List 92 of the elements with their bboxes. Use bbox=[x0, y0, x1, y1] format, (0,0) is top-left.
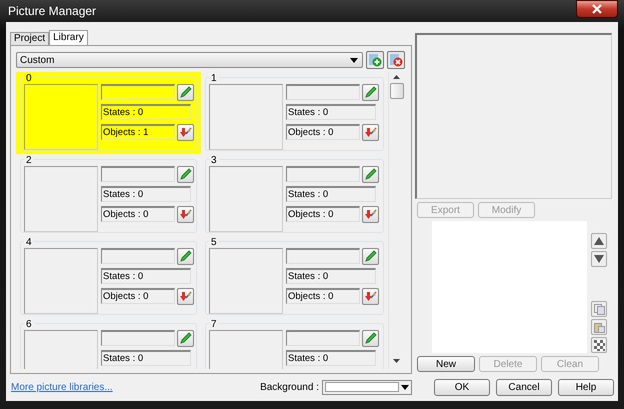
pencil-icon bbox=[179, 86, 192, 98]
library-select[interactable]: Custom bbox=[16, 52, 364, 68]
picture-number: 4 bbox=[24, 237, 34, 248]
import-button[interactable] bbox=[177, 206, 194, 222]
name-field[interactable] bbox=[286, 166, 360, 182]
edit-button[interactable] bbox=[362, 166, 379, 182]
move-down-button[interactable] bbox=[591, 251, 607, 267]
add-library-button[interactable] bbox=[366, 51, 384, 69]
name-field[interactable] bbox=[286, 330, 360, 346]
states-field: States : 0 bbox=[101, 350, 191, 366]
window-title: Picture Manager bbox=[7, 4, 96, 18]
arrow-icon bbox=[364, 208, 377, 220]
picture-number: 0 bbox=[24, 73, 34, 84]
picture-number: 3 bbox=[209, 155, 219, 166]
copy-icon bbox=[594, 304, 604, 314]
remove-icon bbox=[389, 53, 404, 67]
scroll-thumb[interactable] bbox=[390, 83, 404, 99]
states-field: States : 0 bbox=[101, 186, 191, 202]
edit-button[interactable] bbox=[177, 330, 194, 346]
edit-button[interactable] bbox=[177, 166, 194, 182]
add-icon bbox=[368, 53, 382, 67]
objects-field: Objects : 1 bbox=[101, 124, 175, 140]
states-field: States : 0 bbox=[101, 104, 191, 120]
tab[interactable]: Project bbox=[10, 32, 50, 45]
picture-number: 1 bbox=[209, 73, 219, 84]
import-button[interactable] bbox=[177, 288, 194, 304]
more-libraries-link[interactable]: More picture libraries... bbox=[11, 382, 113, 392]
background-label: Background : bbox=[260, 382, 319, 392]
states-field: States : 0 bbox=[286, 186, 376, 202]
name-field[interactable] bbox=[101, 248, 175, 264]
picture-number: 5 bbox=[209, 237, 219, 248]
import-button[interactable] bbox=[177, 124, 194, 140]
arrow-icon bbox=[179, 126, 192, 138]
edit-button[interactable] bbox=[177, 84, 194, 100]
objects-field: Objects : 0 bbox=[286, 206, 360, 222]
move-up-button[interactable] bbox=[591, 233, 607, 249]
picture-number: 6 bbox=[24, 319, 34, 330]
arrow-icon bbox=[364, 290, 377, 302]
picture-number: 7 bbox=[209, 319, 219, 330]
objects-field: Objects : 0 bbox=[101, 206, 175, 222]
pencil-icon bbox=[364, 168, 377, 180]
remove-library-button[interactable] bbox=[387, 51, 405, 69]
arrow-icon bbox=[364, 126, 377, 138]
tab[interactable]: Library bbox=[49, 30, 88, 45]
scroll-down-icon bbox=[393, 359, 400, 363]
pencil-icon bbox=[179, 168, 192, 180]
pencil-icon bbox=[364, 332, 377, 344]
triangle-up-icon bbox=[594, 237, 604, 245]
pencil-icon bbox=[179, 250, 192, 262]
name-field[interactable] bbox=[101, 84, 175, 100]
name-field[interactable] bbox=[101, 330, 175, 346]
dialog-button[interactable]: OK bbox=[434, 378, 490, 396]
picture-card[interactable]: 0 States : 0 Objects : 1 bbox=[16, 72, 201, 154]
objects-field: Objects : 0 bbox=[286, 124, 360, 140]
edit-button[interactable] bbox=[362, 84, 379, 100]
triangle-down-icon bbox=[594, 255, 604, 263]
name-field[interactable] bbox=[286, 84, 360, 100]
name-field[interactable] bbox=[101, 166, 175, 182]
scrollbar[interactable] bbox=[388, 72, 404, 369]
dialog-button[interactable]: Cancel bbox=[496, 378, 552, 396]
dialog-button[interactable]: Help bbox=[558, 378, 614, 396]
objects-field: Objects : 0 bbox=[101, 288, 175, 304]
paste-button[interactable] bbox=[591, 319, 607, 335]
edit-button[interactable] bbox=[362, 248, 379, 264]
import-button[interactable] bbox=[362, 206, 379, 222]
edit-button[interactable] bbox=[177, 248, 194, 264]
import-button[interactable] bbox=[362, 124, 379, 140]
transparency-button[interactable] bbox=[591, 337, 607, 353]
dropdown-arrow-icon bbox=[350, 58, 358, 62]
pencil-icon bbox=[364, 86, 377, 98]
checkerboard-icon bbox=[594, 340, 604, 350]
states-field: States : 0 bbox=[286, 104, 376, 120]
arrow-icon bbox=[179, 208, 192, 220]
background-color-picker[interactable] bbox=[322, 380, 412, 394]
edit-button[interactable] bbox=[362, 330, 379, 346]
close-icon bbox=[591, 4, 603, 14]
copy-button[interactable] bbox=[591, 301, 607, 317]
objects-field: Objects : 0 bbox=[286, 288, 360, 304]
state-button[interactable]: New bbox=[417, 356, 475, 372]
states-field: States : 0 bbox=[286, 268, 376, 284]
close-button[interactable] bbox=[576, 0, 618, 18]
pencil-icon bbox=[179, 332, 192, 344]
states-field: States : 0 bbox=[286, 350, 376, 366]
pencil-icon bbox=[364, 250, 377, 262]
paste-icon bbox=[594, 322, 604, 332]
import-button[interactable] bbox=[362, 288, 379, 304]
arrow-icon bbox=[179, 290, 192, 302]
dropdown-arrow-icon bbox=[401, 384, 409, 390]
name-field[interactable] bbox=[286, 248, 360, 264]
picture-number: 2 bbox=[24, 155, 34, 166]
states-field: States : 0 bbox=[101, 268, 191, 284]
scroll-up-icon bbox=[393, 75, 400, 79]
